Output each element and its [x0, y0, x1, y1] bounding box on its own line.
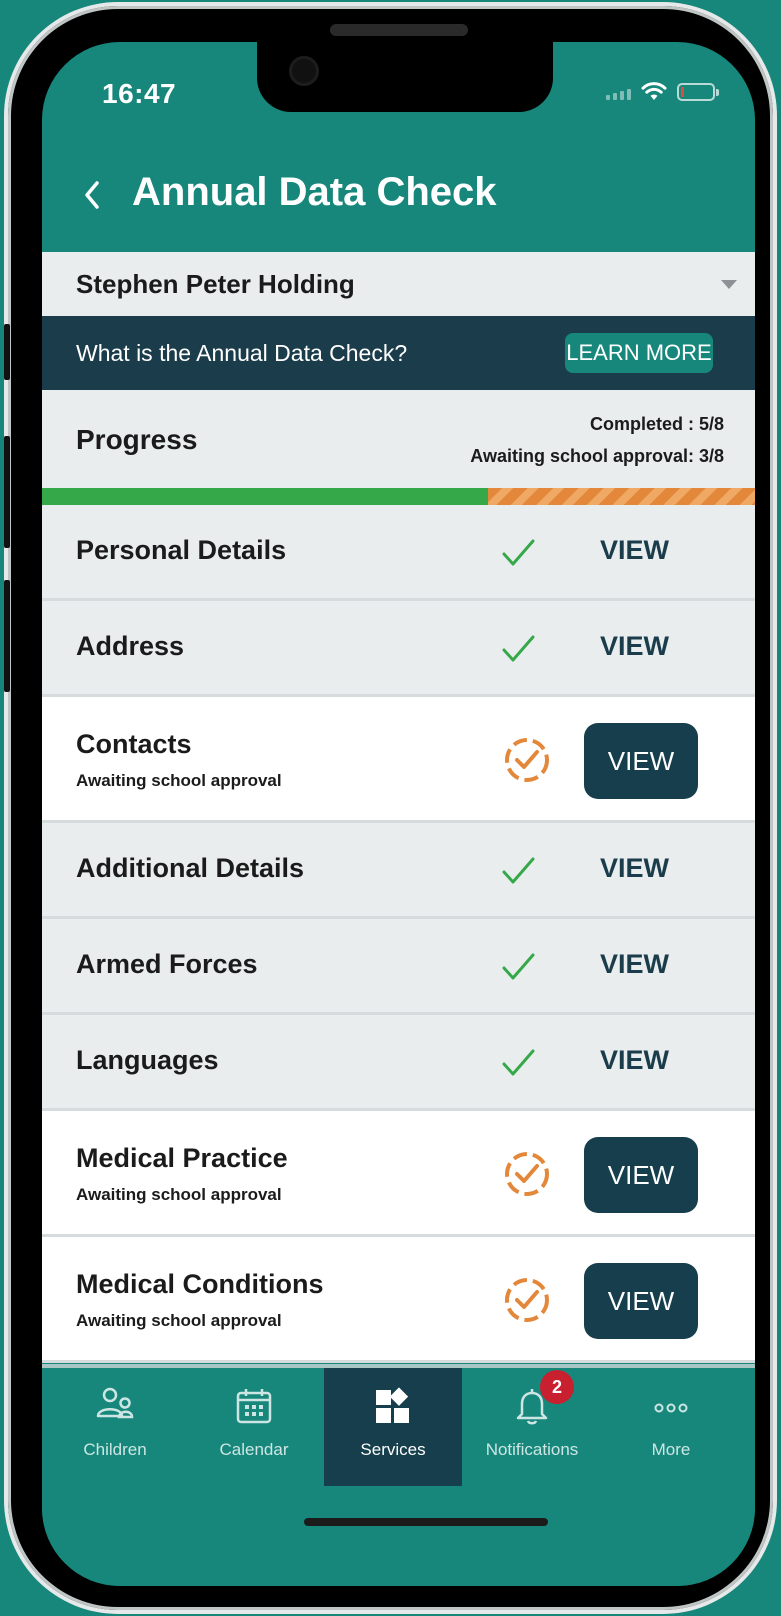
status-icons — [606, 82, 719, 102]
calendar-icon — [234, 1386, 274, 1431]
section-title: Additional Details — [76, 853, 305, 883]
section-title: Languages — [76, 1045, 219, 1075]
info-question: What is the Annual Data Check? — [76, 339, 408, 366]
page-title: Annual Data Check — [132, 170, 497, 214]
status-time: 16:47 — [102, 78, 177, 109]
tab-notifications[interactable]: 2 Notifications — [463, 1368, 601, 1486]
progress-bar — [42, 488, 755, 505]
bottom-tab-bar: Children Calendar Services 2 Notifications Mo… — [42, 1364, 755, 1586]
section-title: Address — [76, 631, 185, 661]
progress-completed: Completed : 5/8 — [589, 414, 724, 434]
signal-icon — [606, 84, 631, 100]
section-row: Contacts Awaiting school approval VIEW — [42, 697, 755, 823]
wifi-icon — [641, 82, 667, 100]
section-title: Personal Details — [76, 535, 287, 565]
progress-bar-completed — [42, 488, 488, 505]
tab-more[interactable]: More — [602, 1368, 740, 1486]
section-row: Personal Details VIEW — [42, 505, 755, 601]
tab-label: Calendar — [219, 1440, 289, 1459]
section-title: Medical Practice — [76, 1143, 288, 1173]
check-icon — [498, 535, 538, 576]
back-chevron-icon[interactable] — [82, 178, 102, 212]
view-link[interactable]: VIEW — [600, 1045, 669, 1076]
section-status-text: Awaiting school approval — [76, 771, 282, 790]
view-link[interactable]: VIEW — [600, 631, 669, 662]
check-icon — [498, 949, 538, 990]
child-selector[interactable]: Stephen Peter Holding — [42, 252, 755, 316]
info-bar: What is the Annual Data Check? LEARN MOR… — [42, 316, 755, 390]
tab-label: More — [651, 1440, 691, 1459]
more-icon — [651, 1398, 691, 1423]
front-camera — [289, 56, 319, 86]
section-title: Contacts — [76, 729, 192, 759]
services-icon — [373, 1386, 413, 1431]
section-row: Armed Forces VIEW — [42, 919, 755, 1015]
screen: 16:47 Annual Data Check Stephen Peter Ho… — [42, 42, 755, 1586]
volume-up-button — [4, 436, 10, 548]
volume-down-button — [4, 580, 10, 692]
progress-bar-awaiting — [487, 488, 755, 505]
check-icon — [498, 1045, 538, 1086]
view-link[interactable]: VIEW — [600, 853, 669, 884]
view-link[interactable]: VIEW — [600, 535, 669, 566]
tab-children[interactable]: Children — [46, 1368, 184, 1486]
tab-label: Services — [360, 1440, 426, 1459]
view-link[interactable]: VIEW — [600, 949, 669, 980]
notch — [257, 42, 553, 112]
children-icon — [95, 1386, 135, 1427]
phone-frame: 16:47 Annual Data Check Stephen Peter Ho… — [4, 6, 773, 1610]
tab-label: Children — [83, 1440, 147, 1459]
section-status-text: Awaiting school approval — [76, 1311, 282, 1330]
notification-badge: 2 — [540, 1370, 574, 1404]
progress-label: Progress — [76, 424, 198, 455]
tab-services[interactable]: Services — [324, 1368, 462, 1486]
silent-switch — [4, 324, 10, 380]
section-row: Additional Details VIEW — [42, 823, 755, 919]
progress-panel: Progress Completed : 5/8 Awaiting school… — [42, 390, 755, 488]
section-title: Medical Conditions — [76, 1269, 324, 1299]
tab-calendar[interactable]: Calendar — [185, 1368, 323, 1486]
view-button[interactable]: VIEW — [584, 1137, 698, 1213]
pending-approval-icon — [502, 1275, 552, 1330]
section-list: Personal Details VIEW Address VIEW Contacts A… — [42, 505, 755, 1363]
pending-approval-icon — [502, 735, 552, 790]
app-header: Annual Data Check — [42, 152, 755, 252]
view-button[interactable]: VIEW — [584, 723, 698, 799]
pending-approval-icon — [502, 1149, 552, 1204]
earpiece-speaker — [330, 24, 468, 36]
progress-awaiting: Awaiting school approval: 3/8 — [470, 446, 724, 466]
section-row: Languages VIEW — [42, 1015, 755, 1111]
section-title: Armed Forces — [76, 949, 258, 979]
section-row: Address VIEW — [42, 601, 755, 697]
section-status-text: Awaiting school approval — [76, 1185, 282, 1204]
dropdown-caret-icon — [721, 280, 737, 289]
child-name: Stephen Peter Holding — [76, 268, 355, 299]
battery-icon — [677, 83, 719, 101]
section-row: Medical Conditions Awaiting school approv… — [42, 1237, 755, 1363]
home-indicator — [304, 1518, 548, 1526]
check-icon — [498, 631, 538, 672]
check-icon — [498, 853, 538, 894]
section-row: Medical Practice Awaiting school approval… — [42, 1111, 755, 1237]
tab-label: Notifications — [485, 1440, 579, 1459]
learn-more-button[interactable]: LEARN MORE — [565, 333, 713, 373]
view-button[interactable]: VIEW — [584, 1263, 698, 1339]
